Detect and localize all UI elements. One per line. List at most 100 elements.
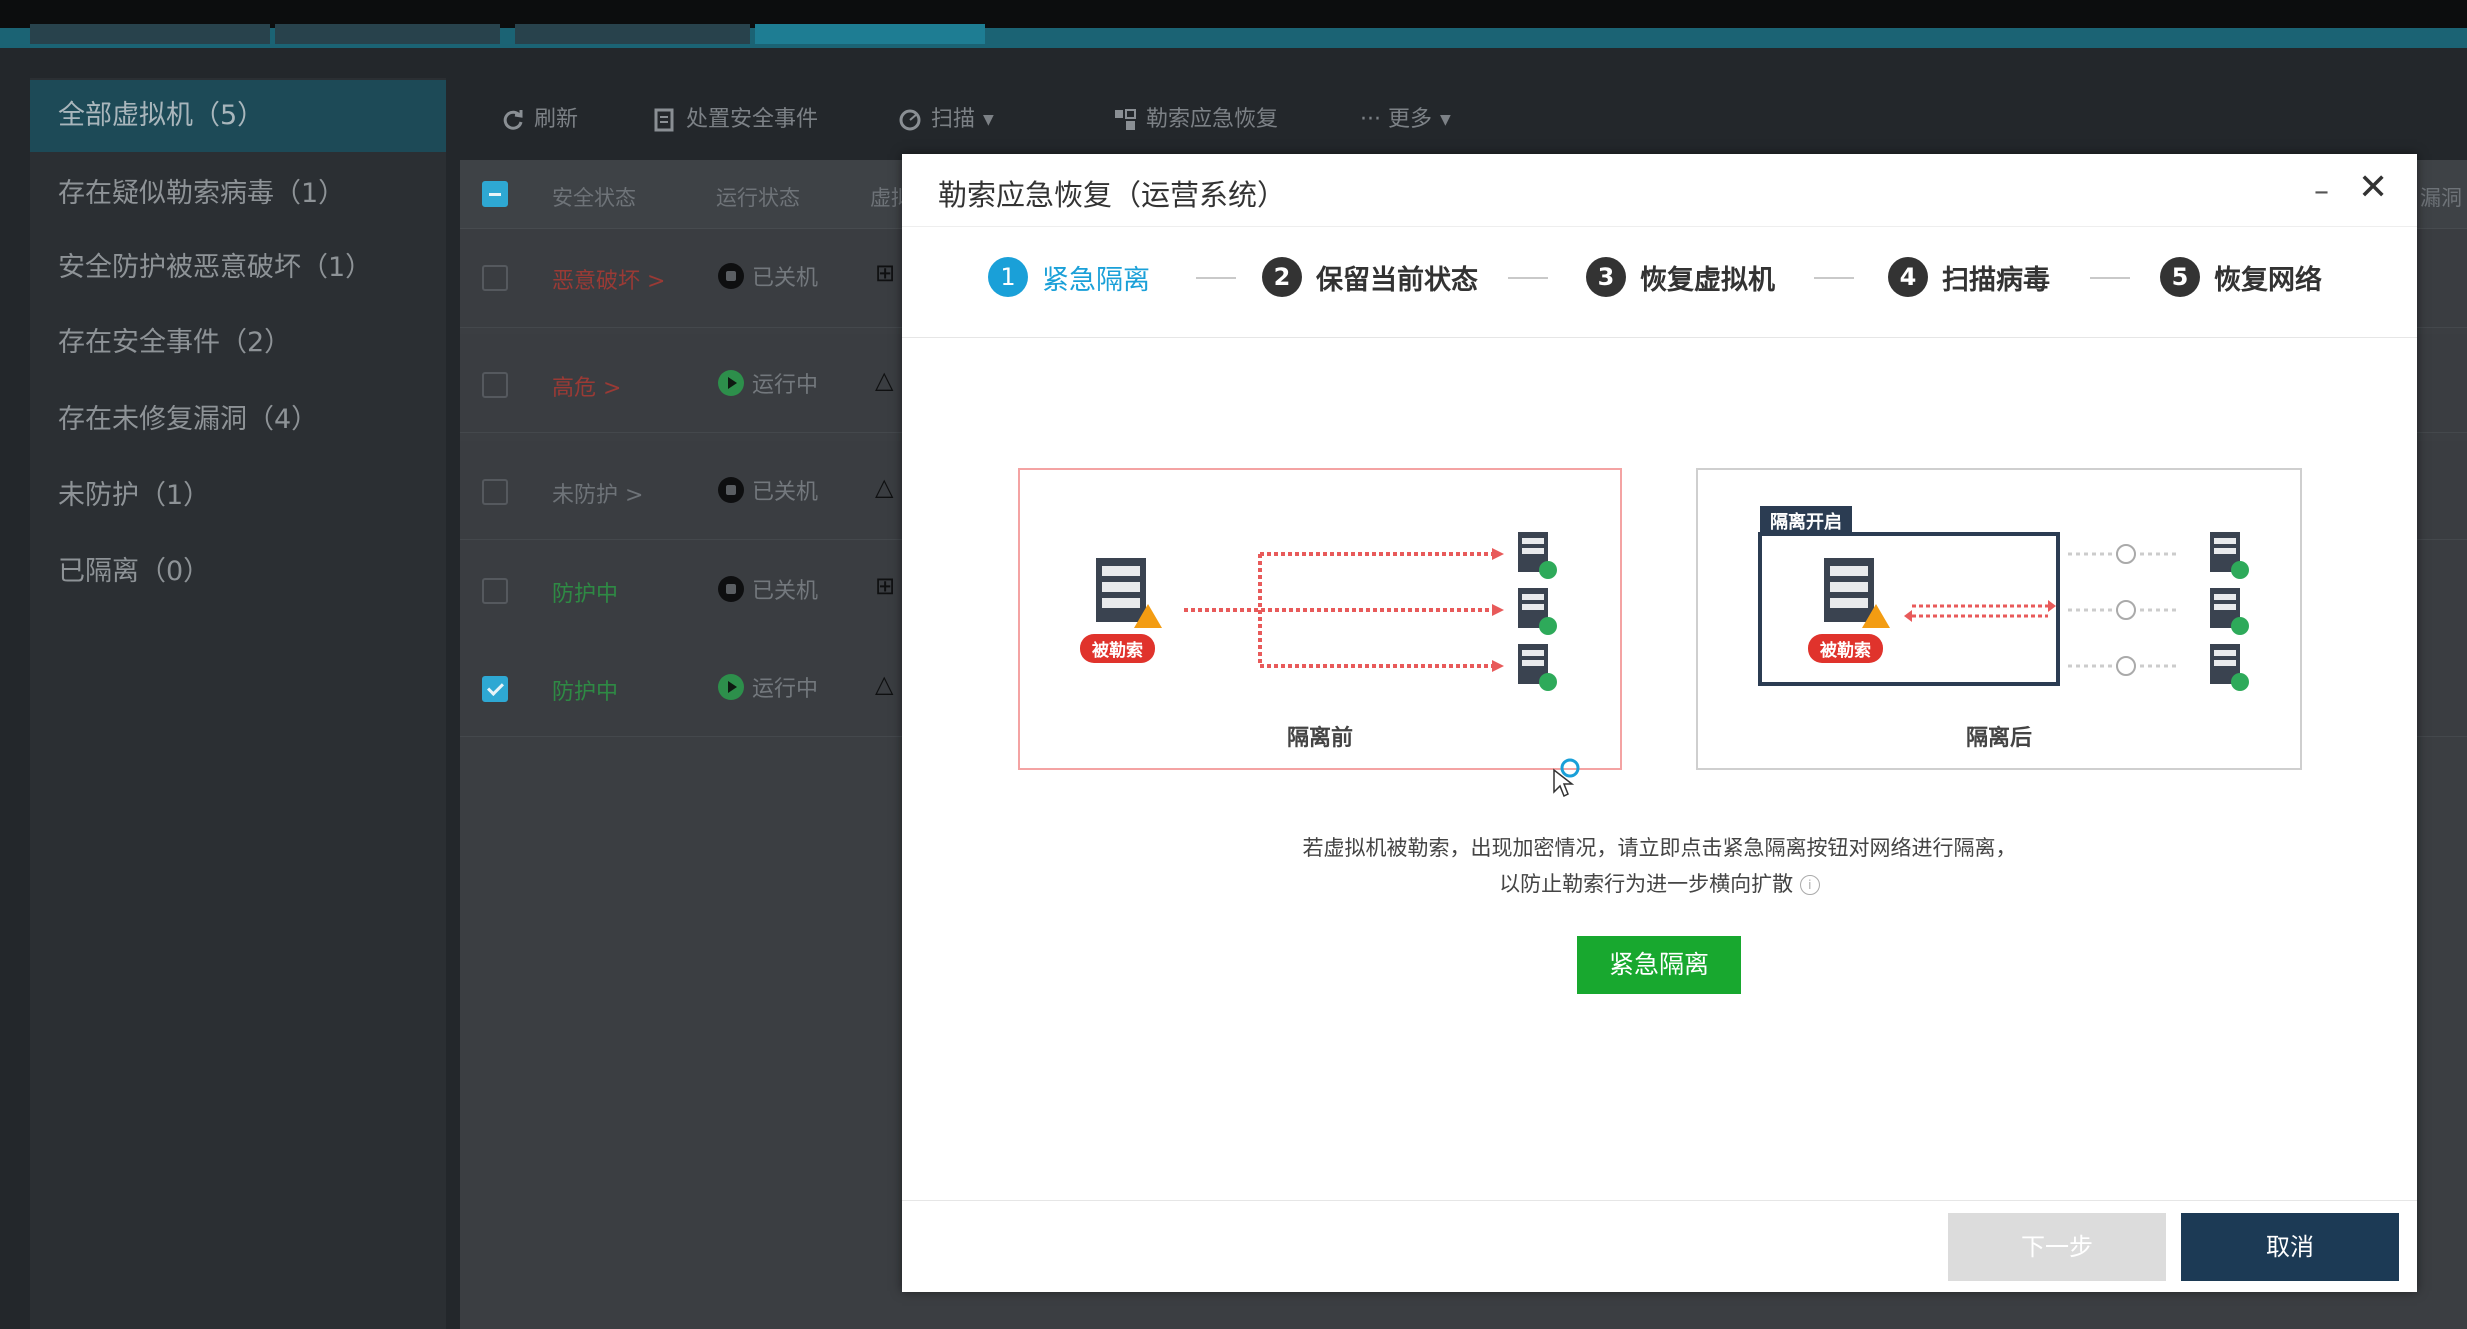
run-status: 运行中: [718, 671, 818, 703]
step-connector: [1508, 277, 1548, 279]
step-connector: [2090, 277, 2130, 279]
run-status: 已关机: [718, 474, 818, 506]
top-tab[interactable]: [275, 24, 500, 44]
powered-off-icon: [718, 263, 744, 289]
dialog-footer: 下一步 取消: [902, 1200, 2417, 1292]
sidebar-item-security-events[interactable]: 存在安全事件（2）: [30, 307, 446, 379]
more-label: ··· 更多: [1360, 107, 1432, 132]
scan-dropdown-button[interactable]: 扫描 ▼: [897, 100, 994, 140]
ransom-recovery-button[interactable]: 勒索应急恢复: [1112, 100, 1278, 140]
close-button[interactable]: ✕: [2358, 168, 2388, 208]
step-number: 1: [988, 257, 1028, 297]
powered-off-icon: [718, 576, 744, 602]
sidebar-item-unprotected[interactable]: 未防护（1）: [30, 460, 446, 532]
run-status: 运行中: [718, 367, 818, 399]
row-checkbox[interactable]: [482, 265, 508, 291]
run-status-text: 运行中: [752, 373, 819, 398]
running-icon: [718, 370, 744, 396]
step-restore-vm: 3 恢复虚拟机: [1586, 257, 1775, 297]
step-number: 3: [1586, 257, 1626, 297]
step-label: 恢复虚拟机: [1640, 264, 1775, 296]
step-number: 2: [1262, 257, 1302, 297]
refresh-icon: [503, 110, 523, 130]
minimize-button[interactable]: –: [2314, 174, 2329, 209]
ransomed-badge: 被勒索: [1080, 634, 1155, 663]
security-status-link[interactable]: 高危 >: [552, 370, 621, 402]
run-status-text: 已关机: [752, 480, 819, 505]
column-header-security-status[interactable]: 安全状态: [552, 182, 636, 212]
select-all-checkbox[interactable]: [482, 181, 508, 207]
sidebar-item-isolated[interactable]: 已隔离（0）: [30, 536, 446, 608]
isolation-description-text: 以防止勒索行为进一步横向扩散: [1499, 872, 1794, 896]
step-keep-state: 2 保留当前状态: [1262, 257, 1478, 297]
step-number: 4: [1888, 257, 1928, 297]
security-status-text: 防护中: [552, 680, 619, 705]
step-label: 紧急隔离: [1042, 264, 1150, 296]
chevron-down-icon: ▼: [1439, 112, 1451, 128]
step-connector: [1814, 277, 1854, 279]
linux-icon: △: [875, 670, 894, 698]
emergency-isolation-button[interactable]: 紧急隔离: [1577, 936, 1741, 994]
top-tab-active[interactable]: [755, 24, 985, 44]
more-dropdown-button[interactable]: ··· 更多 ▼: [1360, 100, 1451, 140]
step-label: 扫描病毒: [1942, 264, 2050, 296]
column-header-run-status[interactable]: 运行状态: [716, 182, 800, 212]
step-number: 5: [2160, 257, 2200, 297]
ransomed-badge: 被勒索: [1808, 634, 1883, 663]
security-status-link[interactable]: 恶意破坏 >: [552, 263, 665, 295]
handle-security-events-button[interactable]: 处置安全事件: [652, 100, 818, 140]
top-tab[interactable]: [30, 24, 270, 44]
step-indicator: 1 紧急隔离 2 保留当前状态 3 恢复虚拟机 4 扫描病毒 5 恢复网络: [902, 226, 2417, 338]
sidebar-item-suspected-ransomware[interactable]: 存在疑似勒索病毒（1）: [30, 158, 446, 230]
isolation-description-line2: 以防止勒索行为进一步横向扩散 i: [902, 866, 2417, 902]
top-tab[interactable]: [515, 24, 750, 44]
ransom-recovery-dialog: 勒索应急恢复（运营系统） – ✕ 1 紧急隔离 2 保留当前状态 3 恢复虚拟机…: [902, 154, 2417, 1292]
after-caption: 隔离后: [1965, 726, 2032, 751]
ransom-spread-diagram: [1096, 532, 1557, 691]
dialog-title: 勒索应急恢复（运营系统）: [938, 178, 1287, 212]
security-status-link[interactable]: 未防护 >: [552, 477, 643, 509]
sidebar-item-unpatched-vulns[interactable]: 存在未修复漏洞（4）: [30, 384, 446, 456]
row-checkbox[interactable]: [482, 372, 508, 398]
step-restore-network: 5 恢复网络: [2160, 257, 2322, 297]
run-status-text: 运行中: [752, 677, 819, 702]
row-checkbox[interactable]: [482, 479, 508, 505]
running-icon: [718, 674, 744, 700]
security-status-text: 防护中: [552, 582, 619, 607]
ransom-recovery-label: 勒索应急恢复: [1146, 107, 1279, 132]
run-status: 已关机: [718, 260, 818, 292]
after-isolation-illustration: 隔离开启 被勒索 隔离后: [1696, 468, 2302, 770]
step-label: 恢复网络: [2214, 264, 2322, 296]
vm-filter-sidebar: 全部虚拟机（5） 存在疑似勒索病毒（1） 安全防护被恶意破坏（1） 存在安全事件…: [30, 78, 446, 1329]
handle-events-label: 处置安全事件: [686, 107, 819, 132]
run-status-text: 已关机: [752, 579, 819, 604]
sidebar-item-protection-damaged[interactable]: 安全防护被恶意破坏（1）: [30, 232, 446, 304]
step-scan-virus: 4 扫描病毒: [1888, 257, 2050, 297]
linux-icon: △: [875, 473, 894, 501]
mouse-cursor-icon: [1553, 758, 1580, 798]
isolation-description-line1: 若虚拟机被勒索，出现加密情况，请立即点击紧急隔离按钮对网络进行隔离，: [1302, 836, 2017, 860]
run-status-text: 已关机: [752, 266, 819, 291]
step-label: 保留当前状态: [1316, 264, 1478, 296]
row-checkbox[interactable]: [482, 676, 508, 702]
windows-icon: ⊞: [875, 572, 896, 600]
windows-icon: ⊞: [875, 259, 896, 287]
scan-label: 扫描: [931, 107, 976, 132]
row-checkbox[interactable]: [482, 578, 508, 604]
column-header-vuln[interactable]: 漏洞: [2420, 182, 2462, 212]
run-status: 已关机: [718, 573, 818, 605]
next-step-button[interactable]: 下一步: [1948, 1213, 2166, 1281]
before-caption: 隔离前: [1286, 726, 1353, 751]
refresh-button[interactable]: 刷新: [500, 100, 578, 140]
linux-icon: △: [875, 366, 894, 394]
isolation-on-tag: 隔离开启: [1760, 506, 1852, 536]
before-isolation-illustration: 被勒索 隔离前: [1018, 468, 1622, 770]
refresh-label: 刷新: [534, 107, 579, 132]
chevron-down-icon: ▼: [983, 112, 994, 128]
scan-icon: [899, 109, 921, 131]
sidebar-item-all-vms[interactable]: 全部虚拟机（5）: [30, 80, 446, 152]
step-emergency-isolation: 1 紧急隔离: [988, 257, 1150, 297]
cancel-button[interactable]: 取消: [2181, 1213, 2399, 1281]
recovery-icon: [1115, 109, 1136, 130]
info-icon[interactable]: i: [1799, 875, 1820, 895]
